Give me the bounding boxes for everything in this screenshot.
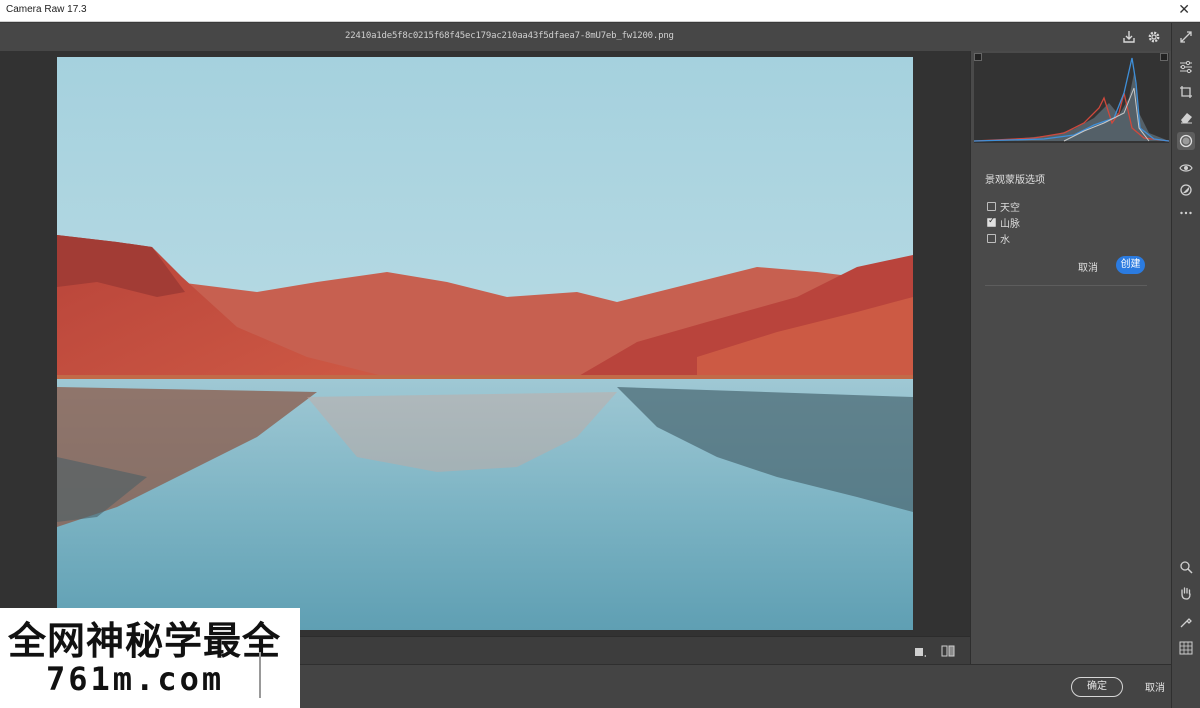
eraser-icon[interactable] [1177, 108, 1195, 126]
title-bar: Camera Raw 17.3 ✕ [0, 0, 1200, 22]
option-mountains[interactable]: 山脉 [987, 215, 1020, 230]
watermark-title: 全网神秘学最全 [8, 619, 282, 663]
edit-sliders-icon[interactable] [1177, 58, 1195, 76]
option-label: 水 [1000, 235, 1010, 246]
histogram [973, 53, 1170, 143]
watermark: 全网神秘学最全 761m.com [0, 608, 300, 708]
option-label: 山脉 [1000, 219, 1020, 230]
zoom-icon[interactable] [1177, 558, 1195, 576]
water-checkbox[interactable] [987, 234, 996, 243]
crop-icon[interactable] [1177, 83, 1195, 101]
option-water[interactable]: 水 [987, 231, 1010, 246]
window-title: Camera Raw 17.3 [6, 4, 87, 15]
create-button[interactable]: 创建 [1116, 256, 1145, 274]
sampler-icon[interactable] [1177, 613, 1195, 631]
landscape-photo [57, 57, 913, 630]
mask-icon[interactable] [1177, 132, 1195, 150]
file-name: 22410a1de5f8c0215f68f45ec179ac210aa43f5d… [345, 31, 674, 41]
tool-strip [1171, 23, 1200, 708]
mountains-checkbox[interactable] [987, 216, 996, 227]
option-sky[interactable]: 天空 [987, 199, 1020, 214]
image-canvas[interactable] [0, 51, 970, 636]
red-eye-icon[interactable] [1177, 159, 1195, 177]
presets-icon[interactable] [1177, 181, 1195, 199]
single-view-icon[interactable] [913, 643, 929, 659]
camera-raw-app: Camera Raw 17.3 ✕ 22410a1de5f8c0215f68f4… [0, 0, 1200, 708]
more-icon[interactable] [1177, 204, 1195, 222]
cancel-button[interactable]: 取消 [1137, 679, 1173, 697]
compare-view-icon[interactable] [940, 643, 956, 659]
top-toolbar: 22410a1de5f8c0215f68f45ec179ac210aa43f5d… [0, 23, 1171, 51]
mask-options-panel: 景观蒙版选项 天空 山脉 水 取消 创建 [970, 51, 1171, 664]
option-label: 天空 [1000, 203, 1020, 214]
shadow-clip-indicator[interactable] [974, 53, 982, 61]
ok-button[interactable]: 确定 [1071, 677, 1123, 697]
sky-checkbox[interactable] [987, 202, 996, 211]
gear-icon[interactable] [1145, 28, 1163, 46]
save-icon[interactable] [1120, 28, 1138, 46]
panel-cancel-button[interactable]: 取消 [1078, 259, 1098, 274]
close-icon[interactable]: ✕ [1178, 2, 1190, 18]
options-title: 景观蒙版选项 [985, 175, 1045, 186]
hand-icon[interactable] [1177, 584, 1195, 602]
divider [985, 285, 1147, 286]
fullscreen-icon[interactable] [1177, 28, 1195, 46]
highlight-clip-indicator[interactable] [1160, 53, 1168, 61]
watermark-url: 761m.com [46, 660, 225, 698]
watermark-divider [259, 652, 261, 698]
grid-icon[interactable] [1177, 639, 1195, 657]
